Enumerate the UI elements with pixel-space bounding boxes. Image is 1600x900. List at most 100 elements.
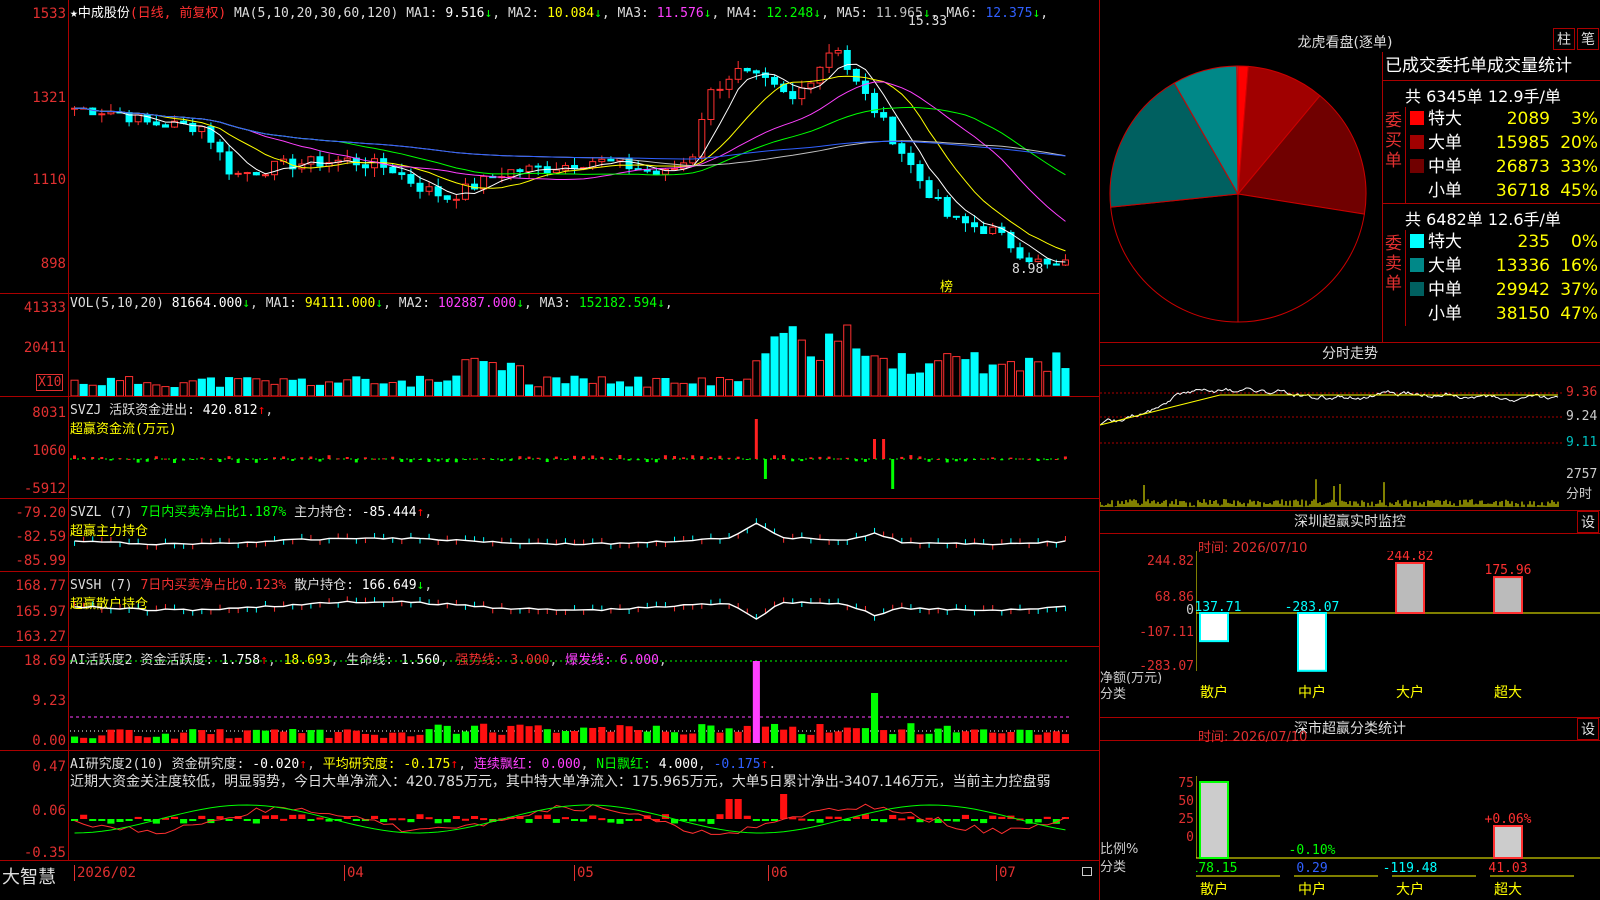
sz-class-chart[interactable]: 178.15 散户 -0.10% 0.29 中户 -119.48 大户 +0.06% 41.03… <box>1196 756 1600 900</box>
sz-class-panel[interactable]: 深市超赢分类统计 设 时间: 2026/07/10 75 50 25 0 比例%… <box>1100 718 1600 900</box>
ai2-chart[interactable] <box>70 789 1100 860</box>
activity-bar <box>316 729 324 743</box>
research-bar <box>189 819 197 821</box>
research-bar <box>880 819 888 823</box>
candle-body <box>916 164 924 182</box>
volume-bar <box>797 339 806 396</box>
volume-bar <box>261 380 270 396</box>
volume-bar <box>143 382 152 396</box>
research-bar <box>825 816 833 819</box>
kline-panel[interactable]: 1533 1321 1110 898 ★中成股份(日线, 前复权) MA(5,1… <box>0 0 1100 295</box>
color-swatch <box>1410 159 1424 173</box>
ai-activity-panel[interactable]: 18.69 9.23 0.00 AI活跃度2 资金活跃度: 1.758↑, 18… <box>0 647 1100 751</box>
volume-bar <box>934 360 943 396</box>
activity-bar <box>371 734 379 743</box>
flow-bar <box>245 459 249 461</box>
candle-body <box>952 215 960 218</box>
volume-bar <box>697 377 706 396</box>
flow-bar <box>518 456 522 459</box>
research-bar <box>471 815 479 819</box>
sz-monitor-chart[interactable]: -137.71 散户 -283.07 中户 244.82 大户 175.96 超大 <box>1196 551 1600 719</box>
volume-panel[interactable]: 41333 20411 X10 VOL(5,10,20) 81664.000↓,… <box>0 294 1100 397</box>
svzl-chart[interactable] <box>70 499 1100 571</box>
ma-value: 11.576 <box>656 6 704 21</box>
flow-bar <box>1000 459 1004 461</box>
row-label: 小单 <box>1428 304 1462 324</box>
candle-body <box>389 166 397 174</box>
chart-mode[interactable]: (日线, 前复权) <box>130 6 226 21</box>
flow-bar <box>1036 459 1040 462</box>
activity-bar <box>789 726 797 743</box>
research-bar <box>198 815 206 819</box>
star-icon[interactable]: ★ <box>70 6 78 21</box>
flow-bar <box>900 456 904 459</box>
activity-bar <box>461 731 469 743</box>
research-bar <box>743 815 751 819</box>
volume-bar <box>197 378 206 396</box>
activity-bar <box>961 731 969 743</box>
research-bar <box>898 818 906 821</box>
volume-bar <box>288 379 297 396</box>
activity-bar <box>880 730 888 743</box>
volume-chart[interactable] <box>70 308 1100 396</box>
flow-bar <box>1493 576 1523 614</box>
y-tick: 1321 <box>32 90 66 106</box>
intraday-chart[interactable] <box>1100 365 1562 509</box>
research-bar <box>961 814 969 819</box>
research-bar <box>252 819 260 824</box>
sz-monitor-panel[interactable]: 深圳超赢实时监控 设 时间: 2026/07/10 244.82 68.86 0… <box>1100 511 1600 718</box>
kline-chart[interactable] <box>70 20 1100 292</box>
flow-bar <box>827 456 831 459</box>
activity-bar <box>907 723 915 743</box>
research-bar <box>416 814 424 819</box>
activity-bar <box>434 724 442 743</box>
lhb-row: 大单 13336 16% <box>1406 254 1600 278</box>
lhb-flag[interactable]: 榜 <box>940 276 953 295</box>
flow-bar <box>818 456 822 459</box>
svsh-panel[interactable]: 168.77 165.97 163.27 SVSH (7) 7日内买卖净占比0.… <box>0 572 1100 647</box>
activity-bar <box>1052 731 1060 743</box>
indicator-label: 资金研究度: <box>171 757 245 772</box>
activity-bar <box>507 725 515 743</box>
svzj-panel[interactable]: 8031 1060 -5912 SVZJ 活跃资金进出: 420.812↑, 超… <box>0 397 1100 499</box>
tick-mode-button[interactable]: 笔 <box>1577 28 1599 50</box>
activity-bar <box>189 729 197 743</box>
ai-research-panel[interactable]: 0.47 0.06 -0.35 AI研究度2(10) 资金研究度: -0.020… <box>0 751 1100 861</box>
intraday-panel[interactable]: 分时走势 9.36 9.24 9.11 2757 分时 <box>1100 343 1600 511</box>
lhb-pie-chart[interactable] <box>1108 64 1372 334</box>
volume-bar <box>125 376 134 396</box>
vol-unit: 分时 <box>1566 487 1593 502</box>
flow-bar <box>191 459 195 460</box>
volume-bar <box>470 357 479 396</box>
y-tick: 9.24 <box>1566 409 1598 424</box>
stock-name: 中成股份 <box>77 6 130 21</box>
research-bar <box>1043 816 1051 819</box>
lock-icon[interactable] <box>1082 867 1092 876</box>
settings-button[interactable]: 设 <box>1577 718 1599 740</box>
flow-bar <box>691 455 695 459</box>
y-tick: 1533 <box>32 6 66 22</box>
settings-button[interactable]: 设 <box>1577 511 1599 533</box>
candle-body <box>361 164 369 169</box>
table-title: 已成交委托单成交量统计 <box>1383 52 1600 81</box>
y-axis-label: 比例% <box>1100 842 1139 857</box>
volume-bar <box>461 359 470 396</box>
ai1-chart[interactable] <box>70 647 1100 750</box>
candle-body <box>1043 258 1051 265</box>
lhb-panel[interactable]: 龙虎看盘(逐单) 柱 笔 已成交委托单成交量统计 委买单 共 6345单 12.… <box>1100 0 1600 343</box>
svzl-panel[interactable]: -79.20 -82.59 -85.99 SVZL (7) 7日内买卖净占比1.… <box>0 499 1100 572</box>
candle-body <box>980 226 988 235</box>
flow-bar <box>645 459 649 463</box>
svzj-chart[interactable] <box>70 397 1100 498</box>
bar-mode-button[interactable]: 柱 <box>1553 28 1575 50</box>
candle-body <box>834 49 842 54</box>
lhb-row: 小单 38150 47% <box>1406 302 1600 326</box>
volume-bar <box>152 384 161 396</box>
svsh-chart[interactable] <box>70 572 1100 646</box>
volume-bar <box>861 355 870 396</box>
candle-body <box>343 157 351 161</box>
y-axis-line <box>68 499 69 571</box>
flow-bar <box>454 459 458 463</box>
volume-bar <box>1061 368 1070 396</box>
volume-bar <box>434 381 443 396</box>
